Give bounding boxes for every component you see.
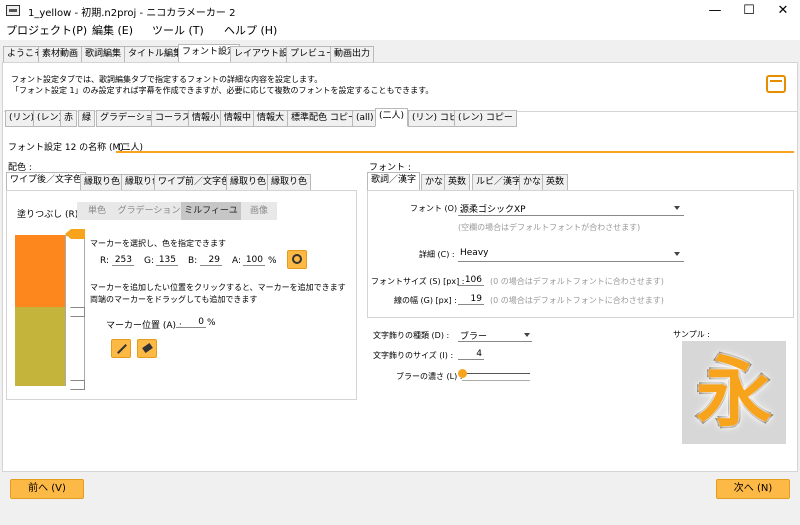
prev-button[interactable]: 前へ (V) [10, 479, 84, 499]
detail-dropdown-value: Heavy [460, 248, 489, 258]
sample-preview: 永 [682, 341, 786, 444]
b-label: B: [188, 256, 198, 266]
marker-position-label: マーカー位置 (A) : [106, 321, 182, 331]
a-unit: % [268, 256, 277, 266]
color-tab-after-text[interactable]: ワイプ後／文字色 [6, 172, 87, 191]
menu-edit[interactable]: 編集 (E) [92, 22, 133, 40]
chevron-down-icon [674, 252, 680, 256]
add-hint-1: マーカーを追加したい位置をクリックすると、マーカーを追加できます [90, 283, 346, 292]
description-line-2: 「フォント設定 1」のみ設定すれば字幕を作成できますが、必要に応じて複数のフォン… [11, 86, 434, 95]
name-label: フォント設定 12 の名称 (M) : [8, 143, 130, 153]
tab-video-output[interactable]: 動画出力 [330, 46, 375, 63]
blur-slider-ticks [462, 380, 530, 384]
detail-label: 詳細 (C) : [419, 250, 455, 259]
font-size-label: フォントサイズ (S) [px] : [371, 277, 465, 286]
font-size-hint: (0 の場合はデフォルトフォントに合わさせます) [490, 277, 664, 286]
fill-label: 塗りつぶし (R) : [17, 210, 85, 220]
g-input[interactable]: 135 [156, 255, 178, 266]
font-tab-green[interactable]: 緑 [78, 110, 96, 127]
font-size-input[interactable]: 106 [458, 275, 484, 286]
r-input[interactable]: 253 [112, 255, 134, 266]
font-tab-ruby-alnum[interactable]: 英数 [542, 174, 569, 191]
font-tab-all[interactable]: (all) [352, 110, 378, 127]
a-input[interactable]: 100 [243, 255, 265, 266]
marker-hint: マーカーを選択し、色を指定できます [90, 239, 226, 248]
minimize-button[interactable]: — [698, 0, 732, 22]
close-button[interactable]: ✕ [766, 0, 800, 22]
sample-char: 永 [696, 348, 772, 437]
font-tab-lyrics-kanji[interactable]: 歌詞／漢字 [367, 172, 421, 191]
add-hint-2: 両端のマーカーをドラッグしても追加できます [90, 295, 258, 304]
deco-type-label: 文字飾りの種類 (D) : [373, 331, 450, 340]
color-tab-after-border-1[interactable]: 縁取り色 [80, 174, 125, 191]
font-dropdown-value: 源柔ゴシックXP [460, 205, 526, 215]
font-tab-lyrics-alnum[interactable]: 英数 [444, 174, 471, 191]
eraser-icon[interactable] [137, 339, 157, 358]
a-label: A: [232, 256, 242, 266]
font-dropdown[interactable]: 源柔ゴシックXP [458, 200, 684, 216]
tab-material-video[interactable]: 素材動画 [38, 46, 83, 63]
font-tab-info-small[interactable]: 情報小 [188, 110, 224, 127]
tab-lyrics-edit[interactable]: 歌詞編集 [81, 46, 126, 63]
fill-option-gradation[interactable]: グラデーション [117, 202, 181, 220]
font-label: フォント (O) : [410, 204, 463, 213]
font-hint: (空欄の場合はデフォルトフォントが合わさせます) [458, 223, 641, 232]
color-tab-before-border-1[interactable]: 縁取り色 [226, 174, 271, 191]
next-button[interactable]: 次へ (N) [716, 479, 790, 499]
detail-dropdown[interactable]: Heavy [458, 246, 684, 262]
font-tab-standard-copy[interactable]: 標準配色 コピー [287, 110, 361, 127]
fill-option-single[interactable]: 単色 [77, 202, 117, 220]
blur-slider-thumb[interactable] [458, 369, 467, 378]
palette-icon[interactable] [287, 250, 307, 269]
magic-wand-icon[interactable] [111, 339, 131, 358]
font-tab-info-large[interactable]: 情報大 [253, 110, 289, 127]
line-width-label: 線の幅 (G) [px] : [394, 296, 457, 305]
font-tab-info-medium[interactable]: 情報中 [220, 110, 256, 127]
g-label: G: [144, 256, 155, 266]
marker-position-unit: % [207, 318, 216, 328]
fill-option-image[interactable]: 画像 [241, 202, 277, 220]
blur-label: ブラーの濃さ (L) : [396, 372, 463, 381]
font-tab-ruby-kanji[interactable]: ルビ／漢字 [472, 174, 526, 191]
line-width-input[interactable]: 19 [458, 294, 484, 305]
deco-size-label: 文字飾りのサイズ (I) : [373, 351, 454, 360]
color-tab-before-border-2[interactable]: 縁取り色 [267, 174, 312, 191]
maximize-button[interactable]: ☐ [732, 0, 766, 22]
blur-slider-track[interactable] [462, 373, 530, 374]
title-bar: 1_yellow - 初期.n2proj - ニコカラメーカー 2 — ☐ ✕ [0, 0, 800, 22]
menu-bar: プロジェクト(P) 編集 (E) ツール (T) ヘルプ (H) [0, 22, 800, 40]
sample-label: サンプル : [673, 330, 710, 339]
color-tab-before-text[interactable]: ワイプ前／文字色 [154, 174, 235, 191]
menu-project[interactable]: プロジェクト(P) [6, 22, 87, 40]
font-tab-ren-copy[interactable]: (レン) コピー [454, 110, 517, 127]
marker-position-input[interactable]: 0 [176, 317, 206, 328]
description-line-1: フォント設定タブでは、歌詞編集タブで指定するフォントの詳細な内容を設定します。 [11, 75, 323, 84]
deco-type-dropdown[interactable]: ブラー [458, 327, 532, 342]
menu-help[interactable]: ヘルプ (H) [224, 22, 277, 40]
tab-title-edit[interactable]: タイトル編集 [124, 46, 187, 63]
name-input-underline [116, 151, 794, 153]
chevron-down-icon [524, 333, 530, 337]
app-icon [6, 5, 20, 16]
deco-size-input[interactable]: 4 [458, 349, 484, 360]
window-title: 1_yellow - 初期.n2proj - ニコカラメーカー 2 [28, 8, 236, 19]
deco-type-value: ブラー [460, 332, 488, 342]
font-tab-futari[interactable]: (二人) [375, 108, 409, 127]
swatch-top[interactable] [15, 235, 65, 307]
menu-tools[interactable]: ツール (T) [152, 22, 204, 40]
b-input[interactable]: 29 [200, 255, 222, 266]
swatch-bottom[interactable] [15, 307, 65, 386]
folder-icon[interactable] [766, 75, 786, 93]
chevron-down-icon [674, 206, 680, 210]
font-tab-red[interactable]: 赤 [60, 110, 78, 127]
fill-option-millefeuille[interactable]: ミルフィーユ [181, 202, 241, 220]
r-label: R: [100, 256, 110, 266]
line-width-hint: (0 の場合はデフォルトフォントに合わさせます) [490, 296, 664, 305]
